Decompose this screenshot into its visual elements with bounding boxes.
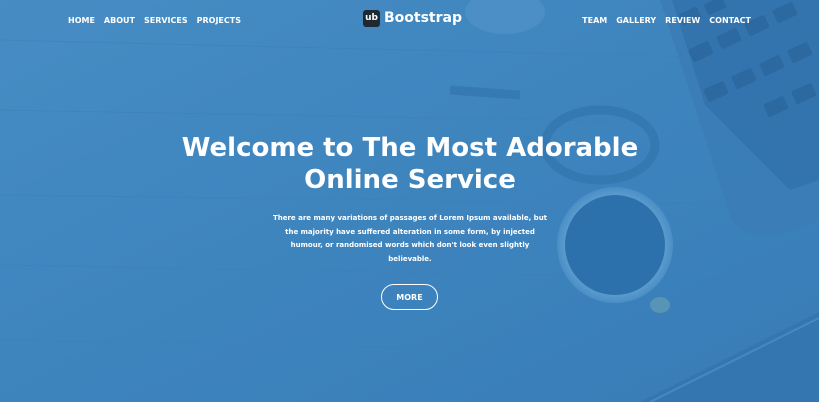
hero-headline-line2: Online Service bbox=[304, 165, 516, 195]
nav-left: HOME ABOUT SERVICES PROJECTS bbox=[68, 15, 241, 27]
brand-logo[interactable]: ub Bootstrap bbox=[363, 10, 462, 27]
nav-link-review[interactable]: REVIEW bbox=[665, 15, 700, 27]
nav-link-home[interactable]: HOME bbox=[68, 15, 95, 27]
more-button[interactable]: MORE bbox=[381, 284, 438, 310]
nav-link-about[interactable]: ABOUT bbox=[104, 15, 135, 27]
brand-name: Bootstrap bbox=[384, 10, 462, 26]
nav-link-team[interactable]: TEAM bbox=[582, 15, 607, 27]
background-photo bbox=[0, 0, 819, 402]
hero-section: HOME ABOUT SERVICES PROJECTS ub Bootstra… bbox=[0, 0, 819, 402]
brand-mark: ub bbox=[363, 10, 380, 27]
nav-link-contact[interactable]: CONTACT bbox=[709, 15, 751, 27]
hero-subtext: There are many variations of passages of… bbox=[272, 214, 548, 263]
nav-link-gallery[interactable]: GALLERY bbox=[616, 15, 656, 27]
nav-right: TEAM GALLERY REVIEW CONTACT bbox=[582, 15, 751, 27]
hero-headline: Welcome to The Most Adorable Online Serv… bbox=[110, 132, 710, 196]
hero-headline-line1: Welcome to The Most Adorable bbox=[181, 133, 639, 163]
nav-link-services[interactable]: SERVICES bbox=[144, 15, 188, 27]
nav-link-projects[interactable]: PROJECTS bbox=[197, 15, 241, 27]
